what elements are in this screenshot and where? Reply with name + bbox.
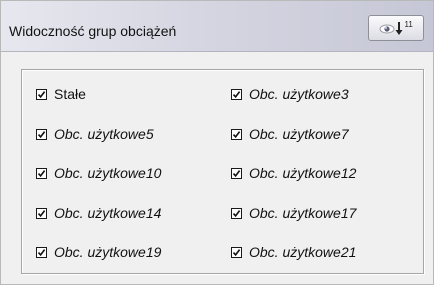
load-group-label: Stałe bbox=[54, 86, 86, 102]
load-group-item[interactable]: Obc. użytkowe7 bbox=[231, 126, 349, 142]
panel-header: Widoczność grup obciążeń 11 bbox=[1, 1, 433, 52]
load-group-checkbox[interactable] bbox=[231, 167, 242, 179]
load-group-checkbox[interactable] bbox=[36, 128, 47, 140]
load-group-checkbox[interactable] bbox=[36, 88, 47, 100]
checkmark-icon bbox=[232, 169, 241, 177]
load-group-label: Obc. użytkowe5 bbox=[54, 126, 154, 142]
checkmark-icon bbox=[37, 130, 46, 138]
load-group-label: Obc. użytkowe10 bbox=[54, 165, 162, 181]
checkmark-icon bbox=[37, 90, 46, 98]
load-group-checkbox[interactable] bbox=[36, 207, 47, 219]
load-group-checkbox[interactable] bbox=[231, 246, 242, 258]
checkmark-icon bbox=[232, 130, 241, 138]
load-group-item[interactable]: Obc. użytkowe10 bbox=[36, 165, 161, 181]
load-group-item[interactable]: Obc. użytkowe21 bbox=[231, 244, 356, 260]
visibility-sort-button[interactable]: 11 bbox=[368, 15, 424, 41]
load-groups-box: Stałe Obc. użytkowe3 Obc. użytkowe5 Obc. uż… bbox=[21, 69, 424, 274]
load-group-checkbox[interactable] bbox=[36, 167, 47, 179]
checkmark-icon bbox=[232, 90, 241, 98]
panel-title: Widoczność grup obciążeń bbox=[9, 23, 177, 39]
load-group-item[interactable]: Obc. użytkowe19 bbox=[36, 244, 161, 260]
load-group-checkbox[interactable] bbox=[231, 88, 242, 100]
load-group-item[interactable]: Obc. użytkowe3 bbox=[231, 86, 349, 102]
load-group-label: Obc. użytkowe21 bbox=[249, 244, 357, 260]
load-group-item[interactable]: Obc. użytkowe14 bbox=[36, 205, 161, 221]
load-groups-visibility-panel: Widoczność grup obciążeń 11 Stałe Obc. uż… bbox=[0, 0, 434, 285]
eye-sort-icon: 11 bbox=[379, 20, 414, 35]
checkmark-icon bbox=[232, 248, 241, 256]
load-group-label: Obc. użytkowe3 bbox=[249, 86, 349, 102]
load-group-item[interactable]: Obc. użytkowe17 bbox=[231, 205, 356, 221]
button-superscript: 11 bbox=[405, 20, 414, 29]
load-group-checkbox[interactable] bbox=[231, 207, 242, 219]
checkmark-icon bbox=[232, 209, 241, 217]
load-group-item[interactable]: Obc. użytkowe12 bbox=[231, 165, 356, 181]
checkmark-icon bbox=[37, 209, 46, 217]
load-group-label: Obc. użytkowe12 bbox=[249, 165, 357, 181]
load-group-label: Obc. użytkowe14 bbox=[54, 205, 162, 221]
load-group-label: Obc. użytkowe17 bbox=[249, 205, 357, 221]
load-group-item[interactable]: Stałe bbox=[36, 86, 86, 102]
load-group-label: Obc. użytkowe19 bbox=[54, 244, 162, 260]
load-group-checkbox[interactable] bbox=[231, 128, 242, 140]
load-group-checkbox[interactable] bbox=[36, 246, 47, 258]
checkmark-icon bbox=[37, 248, 46, 256]
load-group-item[interactable]: Obc. użytkowe5 bbox=[36, 126, 154, 142]
load-group-label: Obc. użytkowe7 bbox=[249, 126, 349, 142]
checkmark-icon bbox=[37, 169, 46, 177]
